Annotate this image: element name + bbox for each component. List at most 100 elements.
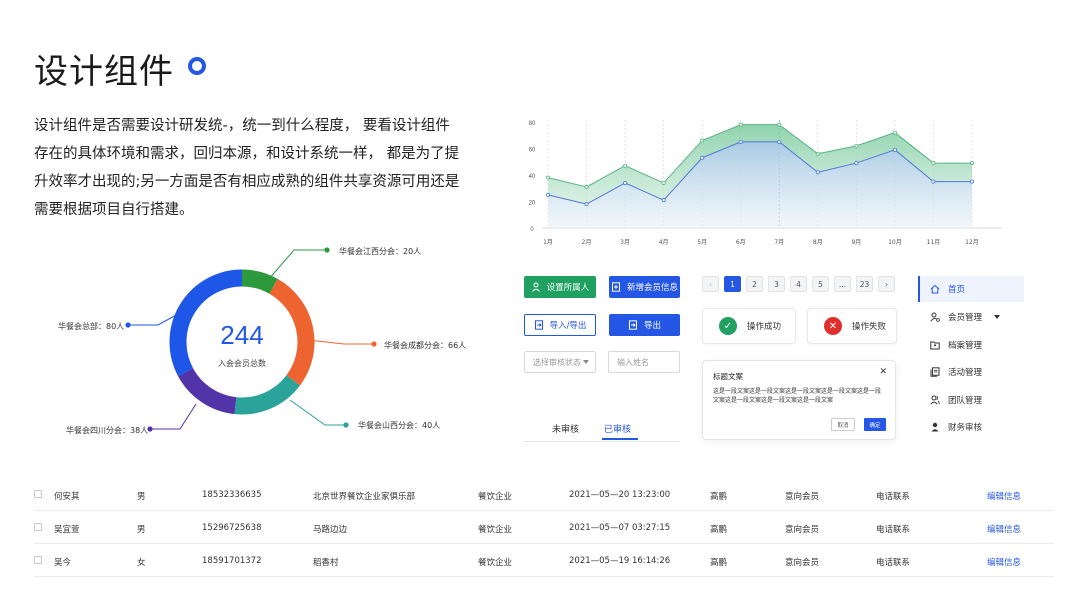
donut-leader-dot: [371, 341, 377, 347]
edit-info-link[interactable]: 编辑信息: [987, 523, 1021, 535]
import-export-button[interactable]: 导入/导出: [524, 314, 596, 336]
cell-datetime: 2021—05—20 13:23:00: [569, 490, 671, 500]
donut-label-hq: 华餐会总部：80人: [58, 322, 125, 331]
page-button[interactable]: 2: [746, 276, 763, 292]
import-export-label: 导入/导出: [549, 321, 587, 331]
tab-unreviewed[interactable]: 未审核: [552, 422, 579, 435]
tab-reviewed[interactable]: 已审核: [604, 422, 631, 435]
page-button[interactable]: 5: [812, 276, 829, 292]
row-checkbox[interactable]: [34, 523, 42, 531]
chevron-right-icon: ›: [885, 279, 888, 289]
data-point: [969, 161, 974, 166]
menu-item-label: 首页: [948, 285, 966, 295]
menu-item-label: 档案管理: [948, 341, 983, 351]
home-icon: [930, 284, 940, 294]
menu-item-activities[interactable]: 活动管理: [918, 359, 1024, 385]
donut-segment: [234, 375, 300, 415]
cell-company: 马路边边: [313, 525, 348, 535]
menu-item-finance[interactable]: 财务审核: [918, 414, 1024, 440]
page-button[interactable]: 1: [724, 276, 741, 292]
add-member-button[interactable]: 新增会员信息: [609, 276, 680, 298]
page-button[interactable]: 3: [768, 276, 785, 292]
data-point: [738, 122, 743, 127]
table-row: 吴宜萱 男 15296725638 马路边边 餐饮企业 2021—05—07 0…: [34, 511, 1054, 544]
donut-segment: [178, 367, 237, 415]
document-stack-icon: [930, 367, 940, 377]
dialog-title: 标题文案: [713, 372, 743, 381]
donut-leader-line: [307, 339, 374, 345]
team-icon: [930, 395, 940, 405]
x-tick-label: 9月: [851, 239, 861, 246]
add-file-icon: [611, 282, 620, 292]
user-icon: [531, 282, 540, 292]
y-tick-label: 60: [529, 148, 536, 154]
cell-company: 稻香村: [313, 558, 339, 568]
edit-info-link[interactable]: 编辑信息: [987, 556, 1021, 568]
data-point: [738, 139, 743, 144]
x-tick-label: 5月: [697, 239, 707, 246]
intro-line: 需要根据项目自行搭建。: [34, 202, 194, 218]
data-point: [931, 161, 936, 166]
menu-item-archives[interactable]: 档案管理: [918, 332, 1024, 358]
data-point: [777, 139, 782, 144]
dialog-cancel-button[interactable]: 取消: [831, 418, 855, 431]
title-ring-icon: [188, 57, 206, 75]
data-point: [892, 147, 897, 152]
page-prev-button[interactable]: ‹: [702, 276, 719, 292]
cell-type: 餐饮企业: [478, 492, 513, 502]
menu-item-team[interactable]: 团队管理: [918, 387, 1024, 413]
edit-info-link[interactable]: 编辑信息: [987, 490, 1021, 502]
donut-label-sichuan: 华餐会四川分会：38人: [66, 426, 149, 435]
data-point: [661, 180, 666, 185]
table-row: 何安其 男 18532336635 北京世界餐饮企业家俱乐部 餐饮企业 2021…: [34, 478, 1054, 511]
member-gear-icon: [930, 312, 940, 322]
x-tick-label: 6月: [736, 239, 746, 246]
x-tick-label: 4月: [659, 239, 669, 246]
intro-line: 升效率才出现的;另一方面是否有相应成熟的组件共享资源可用还是: [34, 174, 460, 190]
page-button[interactable]: 4: [790, 276, 807, 292]
export-icon: [628, 320, 637, 330]
cell-datetime: 2021—05—07 03:27:15: [569, 523, 671, 533]
row-checkbox[interactable]: [34, 490, 42, 498]
cell-member-status: 意向会员: [785, 525, 820, 535]
cell-phone: 15296725638: [202, 523, 262, 533]
name-input[interactable]: 输入姓名: [608, 351, 680, 373]
donut-leader-line: [289, 399, 346, 426]
cell-member-status: 意向会员: [785, 492, 820, 502]
person-badge-icon: [931, 422, 939, 432]
donut-total: 244: [220, 320, 264, 350]
intro-paragraph: 设计组件是否需要设计研发统-，统一到什么程度， 要看设计组件 存在的具体环境和需…: [34, 112, 464, 224]
data-point: [545, 192, 550, 197]
close-icon[interactable]: ✕: [879, 367, 887, 377]
data-point: [777, 122, 782, 127]
cell-member-status: 意向会员: [785, 558, 820, 568]
donut-leader-dot: [125, 322, 131, 328]
menu-item-home[interactable]: 首页: [918, 276, 1024, 302]
page-next-button[interactable]: ›: [878, 276, 895, 292]
fail-message: ✕ 操作失败: [807, 308, 897, 344]
cell-phone: 18532336635: [202, 490, 262, 500]
export-button[interactable]: 导出: [609, 314, 680, 336]
cell-company: 北京世界餐饮企业家俱乐部: [313, 492, 416, 502]
cell-name: 吴今: [54, 558, 72, 568]
cell-name: 何安其: [54, 492, 80, 502]
row-checkbox[interactable]: [34, 556, 42, 564]
dialog-ok-button[interactable]: 确定: [864, 418, 886, 431]
page-button[interactable]: 23: [856, 276, 873, 292]
cell-contact: 电话联系: [876, 492, 911, 502]
donut-label-shanxi: 华餐会山西分会：40人: [358, 421, 441, 430]
data-point: [854, 143, 859, 148]
set-owner-label: 设置所属人: [546, 283, 590, 293]
donut-label-jiangxi: 华餐会江西分会：20人: [339, 247, 422, 256]
set-owner-button[interactable]: 设置所属人: [524, 276, 596, 298]
cell-gender: 男: [137, 492, 146, 502]
menu-item-members[interactable]: 会员管理: [918, 304, 1024, 330]
cell-name: 吴宜萱: [54, 525, 80, 535]
review-status-select[interactable]: 选择审核状态: [524, 351, 596, 373]
data-point: [700, 138, 705, 143]
active-tab-indicator: [602, 438, 638, 440]
data-point: [892, 130, 897, 135]
menu-item-label: 财务审核: [948, 423, 983, 433]
dialog-body: 这是一段文案这是一段文案这是一段文案这是一段文案这是一段文案这是一段文案这是一段…: [713, 388, 882, 404]
cell-contact: 电话联系: [876, 558, 911, 568]
